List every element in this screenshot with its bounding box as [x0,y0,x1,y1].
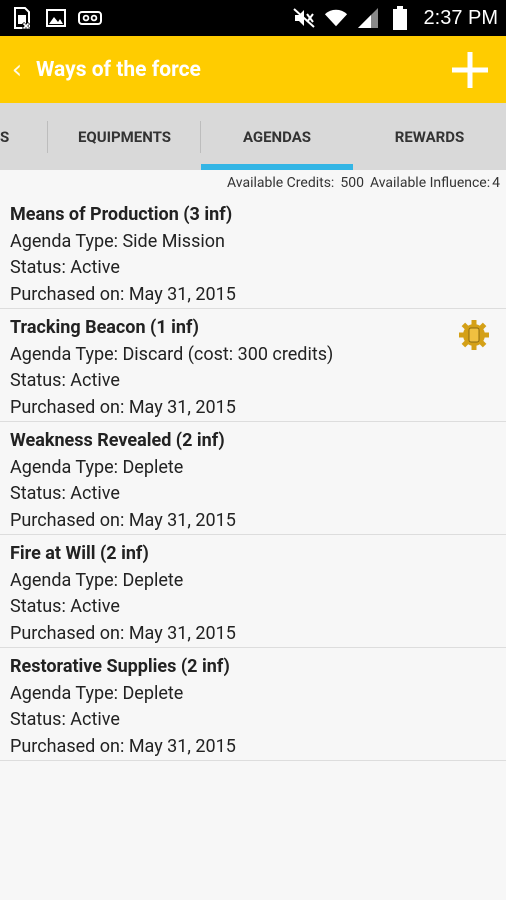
tab-rewards[interactable]: REWARDS [353,103,506,170]
tab-label: EQUIPMENTS [77,127,172,146]
status-bar: 2:37 PM [0,0,506,36]
tab-agendas[interactable]: AGENDAS [201,103,353,170]
list-item[interactable]: Tracking Beacon (1 inf) Agenda Type: Dis… [0,309,506,422]
influence-value: 4 [492,175,500,191]
battery-icon [388,6,412,30]
app-bar: ‹ Ways of the force [0,36,506,103]
status-time: 2:37 PM [423,6,498,29]
agenda-type: Agenda Type: Deplete [10,569,184,591]
image-icon [44,6,68,30]
agenda-type: Agenda Type: Deplete [10,682,184,704]
tab-selected-indicator [201,164,353,170]
gear-icon[interactable] [458,319,490,351]
agenda-type: Agenda Type: Side Mission [10,230,225,252]
tab-label: REWARDS [394,127,465,146]
agenda-status: Status: Active [10,483,120,505]
tab-label: S [0,127,10,146]
chevron-left-icon[interactable]: ‹ [6,55,28,85]
agenda-title: Weakness Revealed (2 inf) [10,430,225,451]
agenda-title: Fire at Will (2 inf) [10,543,149,564]
agenda-purchased: Purchased on: May 31, 2015 [10,622,236,644]
list-item[interactable]: Fire at Will (2 inf) Agenda Type: Deplet… [0,535,506,648]
agenda-status: Status: Active [10,370,120,392]
agenda-status: Status: Active [10,596,120,618]
agenda-status: Status: Active [10,257,120,279]
page-title: Ways of the force [36,57,201,82]
signal-icon [356,6,380,30]
plus-icon [452,51,488,88]
wifi-icon [324,6,348,30]
credits-summary: Available Credits: 500 Available Influen… [0,170,506,196]
credits-value: 500 [340,175,364,191]
agenda-list: Means of Production (3 inf) Agenda Type:… [0,196,506,761]
agenda-title: Means of Production (3 inf) [10,204,233,225]
tab-equipments[interactable]: EQUIPMENTS [48,103,201,170]
add-button[interactable] [448,48,492,92]
agenda-purchased: Purchased on: May 31, 2015 [10,509,236,531]
list-item[interactable]: Weakness Revealed (2 inf) Agenda Type: D… [0,422,506,535]
tab-partial[interactable]: S [0,103,48,170]
voicemail-icon [78,6,102,30]
tab-bar: S EQUIPMENTS AGENDAS REWARDS [0,103,506,170]
influence-label: Available Influence: [369,175,491,191]
agenda-purchased: Purchased on: May 31, 2015 [10,735,236,757]
agenda-type: Agenda Type: Discard (cost: 300 credits) [10,343,334,365]
agenda-title: Tracking Beacon (1 inf) [10,317,199,338]
agenda-purchased: Purchased on: May 31, 2015 [10,396,236,418]
agenda-status: Status: Active [10,709,120,731]
list-item[interactable]: Restorative Supplies (2 inf) Agenda Type… [0,648,506,761]
agenda-type: Agenda Type: Deplete [10,456,184,478]
mute-icon [292,6,316,30]
agenda-purchased: Purchased on: May 31, 2015 [10,283,236,305]
agenda-title: Restorative Supplies (2 inf) [10,656,230,677]
list-item[interactable]: Means of Production (3 inf) Agenda Type:… [0,196,506,309]
sim-card-icon [10,6,34,30]
status-left-icons [10,6,102,30]
credits-label: Available Credits: [227,175,335,191]
tab-label: AGENDAS [242,127,312,146]
status-right-icons: 2:37 PM [292,6,498,30]
